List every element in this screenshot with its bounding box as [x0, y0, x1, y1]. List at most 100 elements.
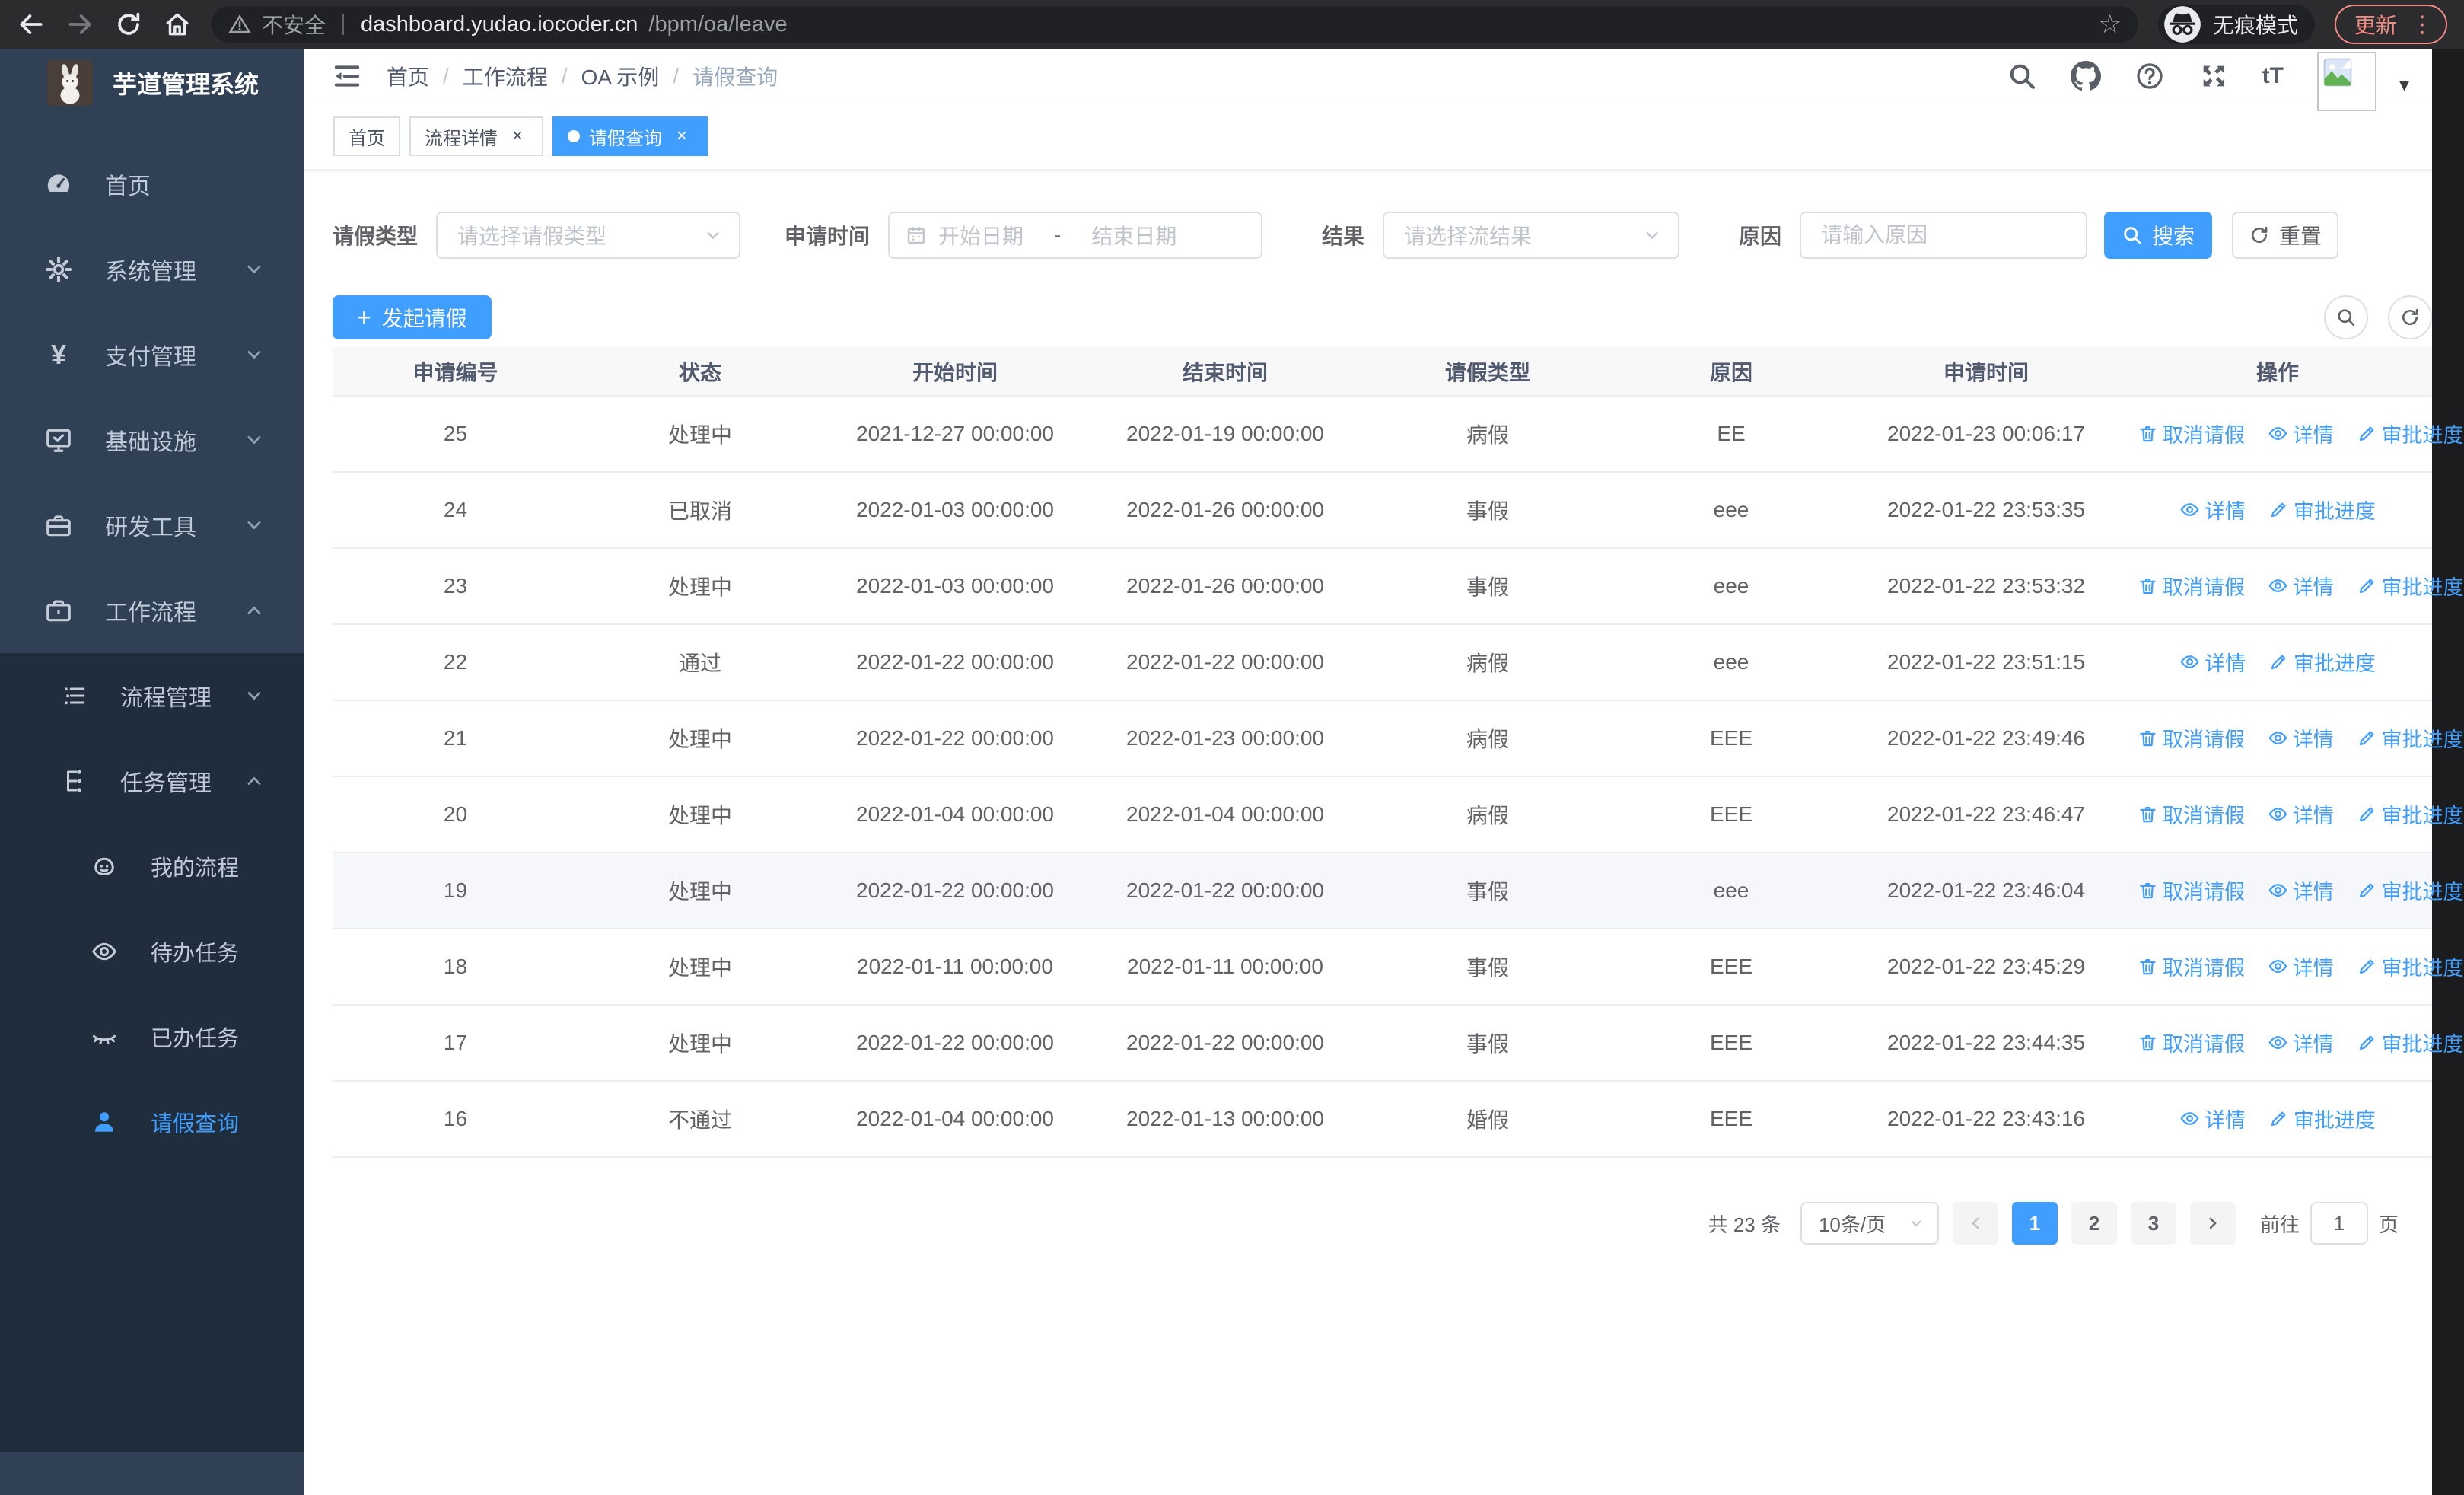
- detail-link[interactable]: 详情: [2268, 875, 2334, 905]
- yen-icon: ¥: [50, 339, 67, 370]
- page-button-2[interactable]: 2: [2071, 1202, 2117, 1245]
- hamburger-icon[interactable]: [332, 61, 362, 91]
- approval-progress-link[interactable]: 审批进度: [2357, 952, 2464, 981]
- sidebar-item-task-mgmt[interactable]: 任务管理: [0, 738, 304, 824]
- sidebar-item-label: 系统管理: [105, 260, 196, 285]
- cancel-leave-link[interactable]: 取消请假: [2138, 723, 2245, 753]
- sidebar-item-done-tasks[interactable]: 已办任务: [0, 994, 304, 1079]
- sidebar-item-home[interactable]: 首页: [0, 142, 304, 227]
- goto-page-input[interactable]: [2310, 1202, 2368, 1245]
- eye-icon: [2180, 503, 2199, 516]
- not-secure-icon: [228, 14, 251, 33]
- tab-close-icon[interactable]: ×: [507, 126, 528, 147]
- font-size-icon[interactable]: tT: [2262, 63, 2284, 89]
- sidebar-item-payment[interactable]: ¥ 支付管理: [0, 312, 304, 397]
- address-bar[interactable]: 不安全 dashboard.yudao.iocoder.cn/bpm/oa/le…: [212, 6, 2138, 43]
- sidebar-item-label: 已办任务: [151, 1027, 240, 1051]
- cancel-leave-link[interactable]: 取消请假: [2138, 419, 2245, 448]
- fullscreen-icon[interactable]: [2198, 61, 2229, 91]
- browser-update-button[interactable]: 更新 ⋮: [2334, 5, 2447, 44]
- prev-page-button[interactable]: [1952, 1202, 1998, 1245]
- reload-icon[interactable]: [114, 10, 143, 39]
- result-select[interactable]: 请选择流结果: [1383, 212, 1680, 259]
- approval-progress-link[interactable]: 审批进度: [2357, 799, 2464, 829]
- detail-link[interactable]: 详情: [2268, 419, 2334, 448]
- edit-icon: [2359, 731, 2374, 746]
- leave-type-select[interactable]: 请选择请假类型: [436, 212, 741, 259]
- caret-down-icon[interactable]: ▾: [2399, 73, 2409, 97]
- detail-link[interactable]: 详情: [2179, 1104, 2246, 1133]
- eye-icon: [2180, 1112, 2199, 1125]
- browser-scrollbar[interactable]: [2432, 49, 2464, 1495]
- approval-progress-link[interactable]: 审批进度: [2268, 495, 2376, 524]
- cancel-leave-link[interactable]: 取消请假: [2138, 571, 2245, 601]
- sidebar-item-devtools[interactable]: 研发工具: [0, 483, 304, 568]
- browser-menu-icon[interactable]: ⋮: [2411, 11, 2434, 38]
- detail-link[interactable]: 详情: [2268, 571, 2334, 601]
- next-page-button[interactable]: [2189, 1202, 2236, 1245]
- cancel-leave-link[interactable]: 取消请假: [2138, 799, 2245, 829]
- sidebar-item-leave-query[interactable]: 请假查询: [0, 1079, 304, 1165]
- detail-link[interactable]: 详情: [2268, 799, 2334, 829]
- cell-reason: EEE: [1613, 700, 1849, 777]
- back-icon[interactable]: [17, 10, 46, 39]
- sidebar-item-workflow[interactable]: 工作流程: [0, 568, 304, 653]
- sidebar-item-system[interactable]: 系统管理: [0, 227, 304, 312]
- tab-process-detail[interactable]: 流程详情 ×: [409, 116, 543, 156]
- edit-icon: [2271, 502, 2286, 518]
- bookmark-star-icon[interactable]: ☆: [2098, 11, 2121, 37]
- tab-home[interactable]: 首页: [333, 116, 400, 156]
- page-button-3[interactable]: 3: [2130, 1202, 2176, 1245]
- detail-link[interactable]: 详情: [2268, 952, 2334, 981]
- approval-progress-link[interactable]: 审批进度: [2357, 571, 2464, 601]
- breadcrumb-home[interactable]: 首页: [387, 61, 429, 91]
- cell-leave-type: 病假: [1362, 396, 1613, 473]
- page-content: 请假类型 请选择请假类型 申请时间 开始日期 - 结束日期 结果 请选择流结果: [304, 171, 2464, 1495]
- approval-progress-link[interactable]: 审批进度: [2357, 723, 2464, 753]
- detail-link[interactable]: 详情: [2268, 1028, 2334, 1057]
- reason-input[interactable]: [1821, 223, 2067, 247]
- sidebar-item-process-mgmt[interactable]: 流程管理: [0, 653, 304, 738]
- sidebar-item-label: 请假查询: [151, 1112, 240, 1136]
- cancel-leave-link[interactable]: 取消请假: [2138, 875, 2245, 905]
- tab-leave-query[interactable]: 请假查询 ×: [552, 116, 708, 156]
- page-button-1[interactable]: 1: [2011, 1202, 2058, 1245]
- breadcrumb-oa-example[interactable]: OA 示例: [581, 61, 660, 91]
- detail-link[interactable]: 详情: [2179, 495, 2246, 524]
- apply-time-range-picker[interactable]: 开始日期 - 结束日期: [888, 212, 1263, 259]
- forward-icon[interactable]: [65, 10, 94, 39]
- trash-icon: [2140, 958, 2156, 975]
- breadcrumb-workflow[interactable]: 工作流程: [463, 61, 548, 91]
- cancel-leave-link[interactable]: 取消请假: [2138, 952, 2245, 981]
- reset-button[interactable]: 重置: [2232, 212, 2339, 259]
- sidebar-item-todo-tasks[interactable]: 待办任务: [0, 909, 304, 994]
- detail-link[interactable]: 详情: [2179, 647, 2246, 677]
- sidebar-item-my-process[interactable]: 我的流程: [0, 824, 304, 909]
- breadcrumb-separator: /: [443, 64, 449, 88]
- search-button[interactable]: 搜索: [2104, 212, 2213, 259]
- reset-label: 重置: [2279, 225, 2322, 248]
- toolbox-icon: [44, 511, 73, 540]
- approval-progress-link[interactable]: 审批进度: [2268, 1104, 2376, 1133]
- refresh-table-button[interactable]: [2388, 295, 2432, 339]
- cell-apply-id: 21: [333, 700, 578, 777]
- approval-progress-link[interactable]: 审批进度: [2357, 419, 2464, 448]
- approval-progress-link[interactable]: 审批进度: [2268, 647, 2376, 677]
- avatar[interactable]: [2316, 52, 2376, 111]
- home-icon[interactable]: [163, 10, 192, 39]
- page-size-select[interactable]: 10条/页: [1800, 1202, 1939, 1245]
- logo-row[interactable]: 芋道管理系统: [0, 49, 304, 117]
- cancel-leave-link[interactable]: 取消请假: [2138, 1028, 2245, 1057]
- approval-progress-link[interactable]: 审批进度: [2357, 1028, 2464, 1057]
- tab-close-icon[interactable]: ×: [671, 126, 692, 147]
- create-leave-button[interactable]: + 发起请假: [333, 295, 492, 339]
- github-icon[interactable]: [2070, 61, 2101, 91]
- chevron-down-icon: [247, 266, 261, 274]
- help-icon[interactable]: [2135, 61, 2165, 91]
- cell-status: 处理中: [578, 853, 822, 929]
- approval-progress-link[interactable]: 审批进度: [2357, 875, 2464, 905]
- search-toggle-button[interactable]: [2324, 295, 2368, 339]
- search-icon[interactable]: [2007, 61, 2037, 91]
- detail-link[interactable]: 详情: [2268, 723, 2334, 753]
- sidebar-item-infra[interactable]: 基础设施: [0, 397, 304, 483]
